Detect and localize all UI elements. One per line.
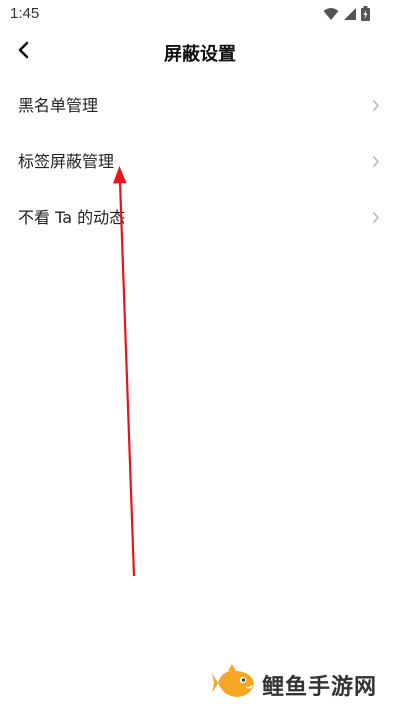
menu-item-tag-block[interactable]: 标签屏蔽管理 [0,132,400,188]
menu-item-label: 标签屏蔽管理 [18,152,115,171]
page-title: 屏蔽设置 [164,44,236,65]
chevron-right-icon [372,153,380,172]
status-bar: 1:45 [0,0,400,28]
app-header: 屏蔽设置 [0,28,400,76]
menu-item-label: 不看 Ta 的动态 [18,208,126,227]
watermark: 鲤鱼手游网 [212,664,390,706]
chevron-right-icon [372,97,380,116]
signal-icon [343,6,357,25]
settings-menu-list: 黑名单管理 标签屏蔽管理 不看 Ta 的动态 [0,76,400,244]
status-time: 1:45 [10,5,40,22]
status-icons [323,6,370,25]
menu-item-blacklist[interactable]: 黑名单管理 [0,76,400,132]
menu-item-label: 黑名单管理 [18,96,99,115]
wifi-icon [323,6,339,25]
chevron-right-icon [372,209,380,228]
fish-logo-icon [212,663,256,707]
watermark-text: 鲤鱼手游网 [262,675,378,700]
menu-item-hide-feed[interactable]: 不看 Ta 的动态 [0,188,400,244]
battery-icon [361,6,370,25]
